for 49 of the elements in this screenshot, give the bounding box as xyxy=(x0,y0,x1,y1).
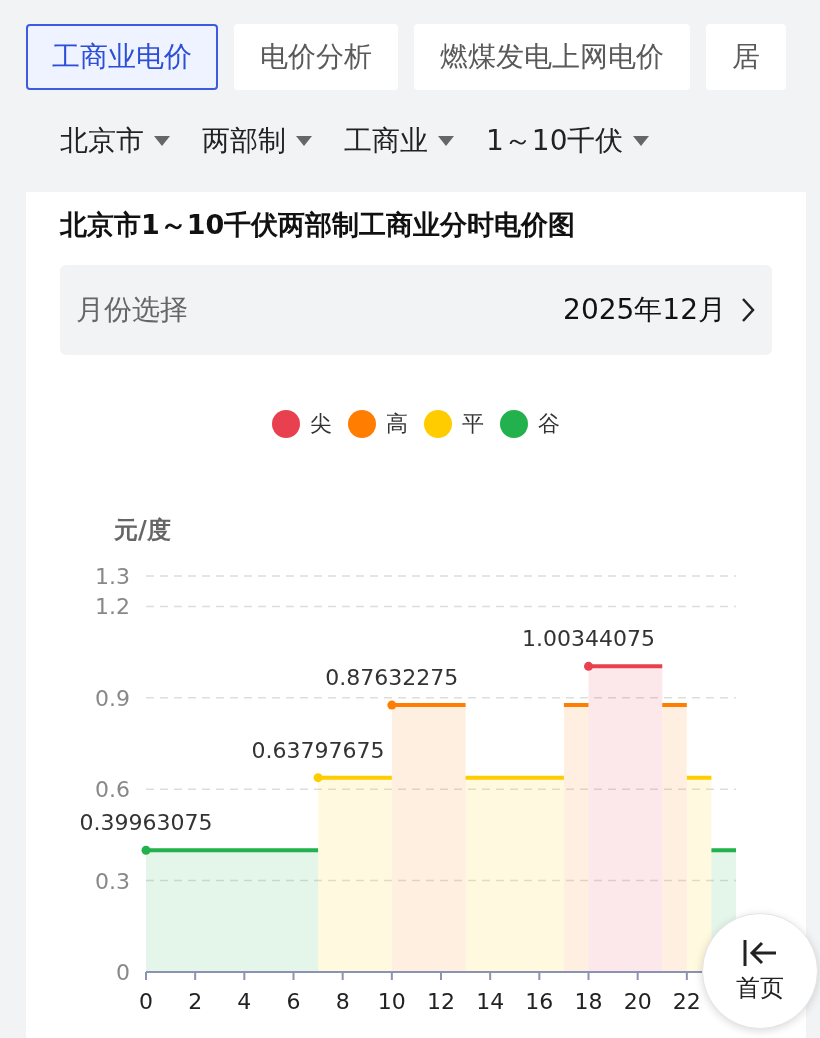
month-picker[interactable]: 月份选择 2025年12月 xyxy=(60,265,772,355)
axis-label: 0.3 xyxy=(95,868,130,894)
filter-dropdown[interactable]: 北京市 xyxy=(60,122,170,160)
filter-dropdown[interactable]: 1～10千伏 xyxy=(486,122,650,160)
axis-label: 8 xyxy=(335,989,350,1014)
filter-dropdown[interactable]: 两部制 xyxy=(202,122,312,160)
month-value: 2025年12月 xyxy=(563,292,726,328)
caret-icon xyxy=(633,136,650,146)
axis-label: 0 xyxy=(116,960,130,985)
axis-label: 1.3 xyxy=(95,564,130,589)
legend-label: 平 xyxy=(462,410,484,438)
axis-label: 22 xyxy=(672,989,701,1014)
data-point xyxy=(141,845,151,855)
tab[interactable]: 工商业电价 xyxy=(26,24,218,90)
caret-icon xyxy=(154,136,170,146)
filter-dropdown[interactable]: 工商业 xyxy=(344,122,454,160)
legend-label: 尖 xyxy=(310,410,332,438)
data-point xyxy=(387,700,397,710)
legend-label: 高 xyxy=(386,410,408,438)
tab[interactable]: 居 xyxy=(706,24,786,90)
chart-title: 北京市1～10千伏两部制工商业分时电价图 xyxy=(60,208,577,242)
axis-label: 12 xyxy=(427,989,455,1014)
caret-icon xyxy=(438,136,454,146)
tab[interactable]: 电价分析 xyxy=(234,24,398,90)
axis-label: 18 xyxy=(574,989,603,1014)
data-label: 0.87632275 xyxy=(325,665,459,691)
axis-label: 16 xyxy=(525,989,554,1014)
chevron-right-icon xyxy=(740,296,756,324)
axis-label: 20 xyxy=(623,989,652,1014)
axis-label: 14 xyxy=(476,989,505,1014)
data-label: 1.00344075 xyxy=(522,626,655,652)
axis-label: 1.2 xyxy=(95,594,130,620)
axis-label: 0.9 xyxy=(95,685,130,711)
picker-label: 月份选择 xyxy=(76,292,188,328)
axis-label: 10 xyxy=(377,989,406,1014)
data-point xyxy=(584,661,593,671)
legend-label: 谷 xyxy=(538,410,560,438)
collapse-left-icon xyxy=(742,938,778,968)
data-label: 0.63797675 xyxy=(251,737,385,763)
caret-icon xyxy=(296,136,312,146)
axis-title: 元/度 xyxy=(114,516,171,544)
axis-label: 4 xyxy=(237,989,252,1014)
tab[interactable]: 燃煤发电上网电价 xyxy=(414,24,690,90)
axis-label: 2 xyxy=(188,989,203,1014)
axis-label: 6 xyxy=(286,989,301,1014)
data-label: 0.39963075 xyxy=(79,810,213,836)
axis-label: 0.6 xyxy=(95,777,130,803)
data-point xyxy=(313,773,323,783)
axis-label: 0 xyxy=(139,989,153,1014)
